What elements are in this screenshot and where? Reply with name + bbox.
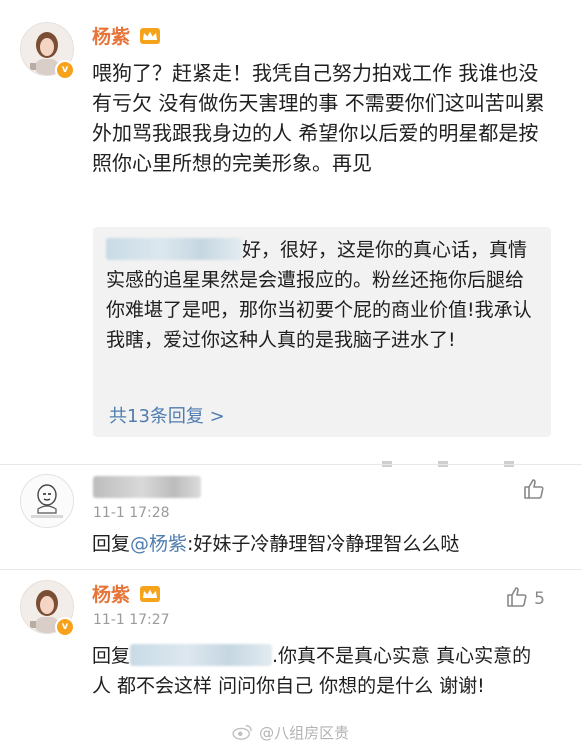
comment-reply-text: 回复 .你真不是真心实意 真心实意的人 都不会这样 问问你自己 你想的是什么 谢谢… [92,641,532,701]
thumbs-up-icon [507,587,527,607]
like-button[interactable]: 5 [505,585,545,611]
comment-reply-text: 回复@杨紫:好妹子冷静理智冷静理智么么哒 [92,529,558,559]
reply-prefix: 回复 [92,533,131,555]
post-body: 喂狗了？赶紧走！我凭自己努力拍戏工作 我谁也没有亏欠 没有做伤天害理的事 不需要… [92,61,545,175]
weibo-logo-icon [232,725,252,740]
redacted-username [106,238,242,260]
section-divider [0,464,582,465]
crown-icon [140,28,161,44]
comment-author-row: 杨紫 [92,580,161,607]
mention-link[interactable]: @杨紫 [130,533,187,555]
quoted-comment-text: 好，很好，这是你的真心话，真情实感的追星果然是会遭报应的。粉丝还拖你后腿给你难堪… [106,235,542,355]
watermark-text: @八组房区贵 [259,724,350,742]
thumbs-up-icon[interactable] [522,477,546,501]
faint-action-row [380,454,530,467]
redacted-commenter-name [93,476,201,498]
crown-icon [140,586,161,602]
comment-time: 11-1 17:27 [93,612,170,628]
comment-author-name[interactable]: 杨紫 [92,584,130,606]
watermark: @八组房区贵 [232,722,349,743]
reply-body: :好妹子冷静理智冷静理智么么哒 [187,533,460,555]
post-author-name[interactable]: 杨紫 [92,26,130,48]
verified-badge-icon: v [55,617,75,637]
commenter-avatar[interactable] [20,474,74,528]
reply-prefix: 回复 [92,645,131,667]
redacted-username [130,644,273,666]
like-count: 5 [534,589,545,609]
comment-time: 11-1 17:28 [93,505,170,521]
view-replies-link[interactable]: 共13条回复 > [109,402,225,428]
quoted-text-first-line: 好，很好，这是你的真心话， [242,239,490,261]
post-author-row: 杨紫 [92,22,161,49]
verified-badge-icon: v [55,60,75,80]
section-divider [0,569,582,570]
